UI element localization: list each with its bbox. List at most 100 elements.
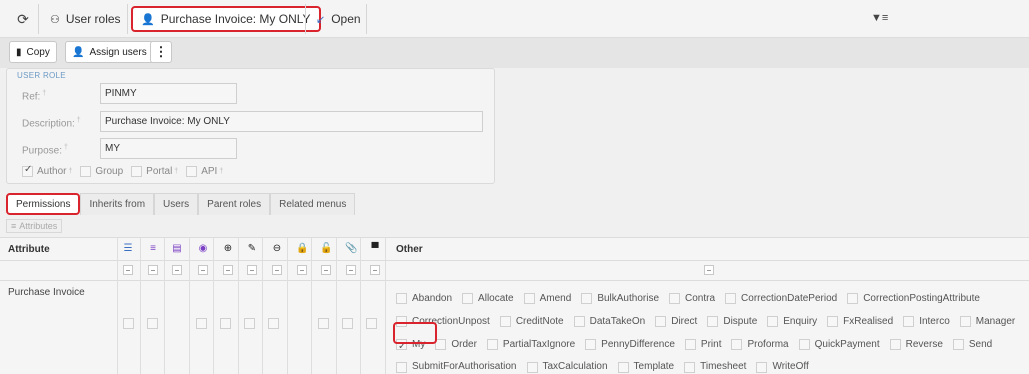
permission-checkbox[interactable] xyxy=(396,361,407,373)
permission-checkbox[interactable] xyxy=(827,316,839,327)
other-permission-item[interactable]: Reverse xyxy=(889,335,943,355)
filter-box[interactable] xyxy=(223,265,233,275)
portal-checkbox[interactable]: Portal † xyxy=(131,166,178,177)
other-permission-item[interactable]: TaxCalculation xyxy=(526,357,608,374)
api-checkbox[interactable]: API † xyxy=(186,166,223,177)
other-permission-item[interactable]: Manager xyxy=(959,312,1015,332)
other-permission-item[interactable]: Dispute xyxy=(707,312,757,332)
other-permission-item[interactable]: Order xyxy=(435,335,477,355)
permission-checkbox[interactable] xyxy=(903,316,915,327)
perm-checkbox[interactable] xyxy=(366,318,377,329)
filter-box[interactable] xyxy=(321,265,331,275)
filter-box[interactable] xyxy=(198,265,208,275)
filter-box[interactable] xyxy=(247,265,257,275)
other-permission-item[interactable]: CorrectionDatePeriod xyxy=(725,289,837,309)
permission-checkbox[interactable] xyxy=(573,316,585,327)
checkbox-box[interactable] xyxy=(22,164,33,177)
other-permission-item[interactable]: BulkAuthorise xyxy=(581,289,659,309)
permission-checkbox[interactable] xyxy=(585,338,597,350)
filter-box[interactable] xyxy=(704,265,714,275)
author-checkbox[interactable]: Author† xyxy=(22,164,72,177)
remove-icon[interactable]: ⊖ xyxy=(271,243,283,254)
other-permission-item[interactable]: Template xyxy=(617,357,674,374)
perm-checkbox[interactable] xyxy=(342,318,353,329)
tab-permissions[interactable]: Permissions xyxy=(6,193,81,215)
add-icon[interactable]: ⊕ xyxy=(222,243,234,254)
filter-box[interactable] xyxy=(172,265,182,275)
permission-checkbox[interactable] xyxy=(526,361,538,373)
tab-purchase-invoice[interactable]: 👤 Purchase Invoice: My ONLY xyxy=(131,0,321,38)
permission-checkbox[interactable] xyxy=(486,338,498,350)
view-icon[interactable]: ◉ xyxy=(197,243,209,254)
tab-inherits-from[interactable]: Inherits from xyxy=(80,193,155,215)
permission-checkbox[interactable] xyxy=(707,316,719,327)
perm-checkbox[interactable] xyxy=(318,318,329,329)
ref-field[interactable]: PINMY xyxy=(100,83,237,104)
permission-checkbox[interactable] xyxy=(617,361,629,373)
attachment-icon[interactable]: 📎 xyxy=(345,243,357,254)
filter-box[interactable] xyxy=(123,265,133,275)
permission-checkbox[interactable] xyxy=(669,293,681,305)
tab-parent-roles[interactable]: Parent roles xyxy=(198,193,271,215)
list-icon[interactable]: ☰ xyxy=(122,243,134,254)
checkbox-box[interactable] xyxy=(80,166,92,177)
permission-checkbox[interactable] xyxy=(756,361,768,373)
permission-checkbox[interactable] xyxy=(684,361,696,373)
copy-button[interactable]: ▮ Copy xyxy=(9,41,57,63)
permission-checkbox[interactable] xyxy=(655,316,667,327)
other-permission-item[interactable]: Send xyxy=(952,335,992,355)
other-permission-item[interactable]: Print xyxy=(684,335,721,355)
unlock-icon[interactable]: 🔓 xyxy=(320,243,332,254)
other-permission-item[interactable]: Allocate xyxy=(462,289,514,309)
other-permission-item[interactable]: PennyDifference xyxy=(585,335,675,355)
permission-checkbox[interactable] xyxy=(798,338,810,350)
checkbox-box[interactable] xyxy=(131,166,143,177)
checkbox-box[interactable] xyxy=(186,166,198,177)
permission-checkbox[interactable] xyxy=(396,293,407,305)
tab-open[interactable]: ↙ Open xyxy=(316,0,361,38)
permission-checkbox[interactable] xyxy=(435,338,447,350)
filter-box[interactable] xyxy=(297,265,307,275)
edit-icon[interactable]: ✎ xyxy=(246,243,258,254)
permission-checkbox[interactable] xyxy=(731,338,743,350)
tab-related-menus[interactable]: Related menus xyxy=(270,193,356,215)
permission-checkbox[interactable] xyxy=(725,293,737,305)
other-permission-item[interactable]: QuickPayment xyxy=(798,335,880,355)
other-permission-item[interactable]: SubmitForAuthorisation xyxy=(396,357,517,374)
lock-icon[interactable]: 🔒 xyxy=(296,243,308,254)
perm-checkbox[interactable] xyxy=(123,318,134,329)
permission-checkbox[interactable] xyxy=(462,293,474,305)
description-field[interactable]: Purchase Invoice: My ONLY xyxy=(100,111,483,132)
filter-icon[interactable]: ▼≡ xyxy=(871,12,888,24)
tab-users[interactable]: Users xyxy=(154,193,199,215)
refresh-icon[interactable]: ⟳ xyxy=(14,10,32,28)
other-permission-item[interactable]: Enquiry xyxy=(767,312,817,332)
permission-checkbox[interactable] xyxy=(523,293,535,305)
other-permission-item[interactable]: WriteOff xyxy=(756,357,809,374)
permission-checkbox[interactable] xyxy=(581,293,593,305)
perm-checkbox[interactable] xyxy=(147,318,158,329)
permission-checkbox[interactable] xyxy=(889,338,901,350)
other-permission-item[interactable]: PartialTaxIgnore xyxy=(486,335,575,355)
permission-checkbox[interactable] xyxy=(684,338,696,350)
permission-checkbox[interactable] xyxy=(767,316,779,327)
purpose-field[interactable]: MY xyxy=(100,138,237,159)
perm-checkbox[interactable] xyxy=(244,318,255,329)
permission-checkbox[interactable] xyxy=(952,338,964,350)
filter-box[interactable] xyxy=(272,265,282,275)
other-permission-item[interactable]: CreditNote xyxy=(499,312,564,332)
filter-box[interactable] xyxy=(346,265,356,275)
other-permission-item[interactable]: Direct xyxy=(655,312,697,332)
other-permission-item[interactable]: Amend xyxy=(523,289,571,309)
filter-box[interactable] xyxy=(148,265,158,275)
summary-icon[interactable]: ≡ xyxy=(147,243,159,254)
perm-checkbox[interactable] xyxy=(196,318,207,329)
other-permission-item[interactable]: CorrectionPostingAttribute xyxy=(847,289,980,309)
comment-icon[interactable]: ▀ xyxy=(369,243,381,254)
permission-checkbox[interactable] xyxy=(959,316,971,327)
assign-users-button[interactable]: 👤 Assign users xyxy=(65,41,154,63)
other-permission-item[interactable]: Abandon xyxy=(396,289,452,309)
other-permission-item[interactable]: DataTakeOn xyxy=(573,312,645,332)
tab-user-roles[interactable]: ⚇ User roles xyxy=(50,0,121,38)
more-options-button[interactable]: ⋮ xyxy=(150,41,172,63)
